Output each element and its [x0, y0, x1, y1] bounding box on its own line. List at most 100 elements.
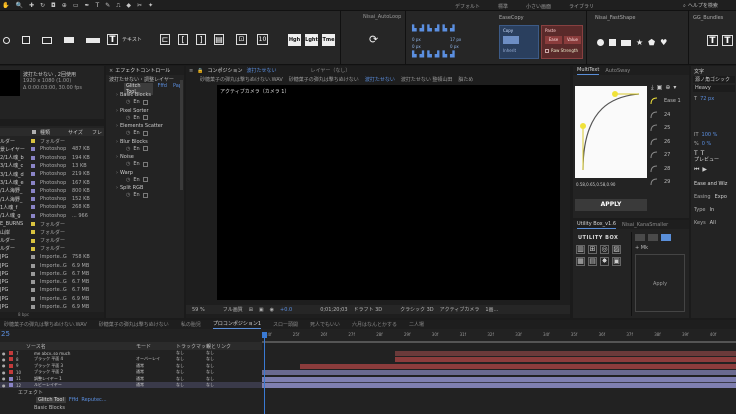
type-icon[interactable]: T — [96, 2, 100, 9]
effect-name[interactable]: › Warp — [116, 170, 133, 176]
anchor-center-icon[interactable]: ⊡ — [236, 34, 247, 45]
layer-mode[interactable]: オーバーレイ — [136, 356, 160, 362]
timeline-layer-row[interactable]: ● 12 ルビーレイヤー 通常 なし なし — [0, 382, 736, 388]
eraser-icon[interactable]: ◆ — [126, 2, 131, 9]
timeline-layer-row[interactable]: ● 10 ブラック 平面 2 通常 なし なし — [0, 369, 736, 376]
curve-values[interactable]: 0.58,0.65,0.58,0.90 — [576, 182, 615, 187]
project-item[interactable]: 景レイヤー Photoshop 487 KB — [0, 145, 104, 153]
fs-heart-icon[interactable]: ♥ — [660, 38, 667, 47]
layer-name[interactable]: ブラック 平面 2 — [34, 369, 63, 375]
disclosure-triangle-icon[interactable]: › — [116, 185, 118, 191]
tl-effect-tab-fffd[interactable]: Fffd — [69, 397, 79, 403]
font-family-select[interactable]: 源ノ角ゴシック — [693, 76, 735, 83]
layer-parent[interactable]: なし — [206, 376, 214, 382]
layer-label-color[interactable] — [9, 370, 13, 375]
disclosure-triangle-icon[interactable]: › — [116, 92, 118, 98]
ease-wiz-keys-value[interactable]: All — [710, 220, 716, 226]
ease-preset[interactable]: 25 — [650, 123, 688, 133]
layer-name[interactable]: me abcv..so much — [34, 351, 70, 356]
comp-viewer[interactable]: アクティブカメラ（カメラ 1） — [217, 85, 560, 300]
type-header[interactable]: 種類 — [40, 129, 50, 136]
square-shape-icon[interactable] — [22, 36, 30, 44]
layer-name[interactable]: 調整レイヤー 1 — [34, 376, 62, 382]
project-item[interactable]: ルダー フォルダー — [0, 137, 104, 145]
work-area-bar[interactable] — [262, 341, 736, 343]
parent-header[interactable]: 親とリンク — [206, 343, 231, 350]
circle-shape-icon[interactable] — [3, 36, 10, 44]
u-target-icon[interactable]: ◎ — [600, 245, 609, 254]
curve-graph[interactable] — [575, 86, 647, 178]
font-size-value[interactable]: 72 px — [700, 96, 714, 102]
loop-icon[interactable]: ⟳ — [369, 34, 378, 45]
breadcrumb-5[interactable]: 脳ため — [458, 76, 473, 83]
timeline-timecode[interactable]: 25 — [1, 330, 10, 338]
u-align-icon[interactable]: ▥ — [576, 245, 585, 254]
disclosure-triangle-icon[interactable]: › — [116, 108, 118, 114]
u-film-icon[interactable]: ▣ — [612, 257, 621, 266]
tl-effect-tab-rep[interactable]: Reputec... — [81, 397, 106, 403]
effect-tab-fffd[interactable]: Fffd — [155, 83, 169, 95]
layer-duration-bar[interactable] — [395, 351, 736, 356]
frame-header[interactable]: フレ — [92, 129, 102, 136]
effect-scrollbar[interactable] — [180, 80, 183, 190]
effect-name[interactable]: › Pixel Sorter — [116, 108, 149, 114]
help-search[interactable]: ⌕ ヘルプを検索 — [683, 2, 734, 10]
bracket-right-icon[interactable]: ] — [196, 34, 206, 45]
project-item[interactable]: /1人海野_ Photoshop 152 KB — [0, 195, 104, 203]
tab-kanasmaller[interactable]: Nisai_KanaSmaller — [622, 222, 668, 228]
stamp-icon[interactable]: ⎍ — [116, 2, 120, 9]
timeline-tab-3[interactable]: 私の胎児 — [181, 321, 201, 328]
align-top-icons[interactable]: ▙▟▙▟▙▟ — [412, 25, 458, 32]
roto-icon[interactable]: ✂ — [137, 2, 142, 9]
comp-lock-icon[interactable]: 🔒 — [197, 68, 203, 74]
workspace-library[interactable]: ライブラリ — [569, 3, 594, 10]
layer-trkmat[interactable]: なし — [176, 363, 184, 369]
workspace-standard[interactable]: 標準 — [498, 3, 508, 10]
ease-button[interactable]: Ease — [545, 36, 562, 44]
rect-icon[interactable]: ▭ — [73, 2, 79, 9]
layer-label-color[interactable] — [9, 363, 13, 368]
timeline-tab-7[interactable]: 六月はなんとかする — [352, 321, 397, 328]
disclosure-triangle-icon[interactable]: › — [116, 139, 118, 145]
stopwatch-icon[interactable]: ◷ — [126, 99, 130, 105]
kana-mode-2[interactable] — [648, 234, 658, 241]
disclosure-triangle-icon[interactable]: › — [116, 170, 118, 176]
timecode-display[interactable]: 0;01;20;03 — [320, 307, 347, 313]
tracking-value[interactable]: 100 % — [702, 132, 718, 138]
comp-menu-icon[interactable]: ≡ — [189, 68, 193, 74]
breadcrumb-2[interactable]: 砂糖菓子の弾丸は撃ちぬけない — [289, 76, 359, 83]
timeline-layer-row[interactable]: ● 9 ブラック 平面 3 通常 なし なし — [0, 363, 736, 369]
layer-trkmat[interactable]: なし — [176, 356, 184, 362]
ease-wiz-easing-value[interactable]: Expo — [715, 194, 727, 200]
disclosure-triangle-icon[interactable]: › — [116, 154, 118, 160]
project-item[interactable]: /1人魂_g Photoshop ... 966 — [0, 212, 104, 220]
layer-duration-bar[interactable] — [395, 357, 736, 363]
tl-effect-tab-glitch[interactable]: Glitch Tool — [36, 397, 66, 403]
gg-text2-icon[interactable]: T — [722, 35, 733, 46]
first-frame-icon[interactable]: ⏮ — [694, 166, 699, 174]
camera-icon[interactable]: ◘ — [51, 2, 56, 9]
project-item[interactable]: JPG Importe..G 6.9 MB — [0, 303, 104, 311]
brush-icon[interactable]: ✎ — [105, 2, 110, 9]
hand-icon[interactable]: ✋ — [2, 2, 9, 9]
breadcrumb-1[interactable]: 砂糖菓子の弾丸は撃ちぬけない.WAV — [200, 76, 283, 83]
stopwatch-icon[interactable]: ◷ — [126, 146, 130, 152]
ease-wiz-type-value[interactable]: In — [709, 207, 714, 213]
draft-3d[interactable]: ドラフト 3D — [354, 306, 383, 313]
layer-label-color[interactable] — [9, 383, 13, 387]
time-button[interactable]: Tme — [322, 34, 335, 46]
project-item[interactable]: E_BURNS フォルダー — [0, 220, 104, 228]
gg-text-icon[interactable]: T — [707, 35, 718, 46]
zoom-icon[interactable]: 🔍 — [15, 2, 22, 9]
effect-name[interactable]: › Elements Scatter — [116, 123, 163, 129]
kana-plus-icon[interactable]: + — [635, 245, 639, 251]
timeline-tab-5[interactable]: スロー頭開 — [273, 321, 298, 328]
disclosure-triangle-icon[interactable]: › — [116, 123, 118, 129]
mode-header[interactable]: モード — [136, 343, 151, 350]
layer-mode[interactable]: 通常 — [136, 376, 144, 382]
project-item[interactable]: 山岸 フォルダー — [0, 228, 104, 236]
high-button[interactable]: Hgh — [288, 34, 301, 46]
fs-star-icon[interactable]: ★ — [636, 38, 643, 47]
timeline-tab-2[interactable]: 砂糖菓子の弾丸は撃ちぬけない — [99, 321, 169, 328]
project-item[interactable]: JPG Importe..G 6.7 MB — [0, 278, 104, 286]
